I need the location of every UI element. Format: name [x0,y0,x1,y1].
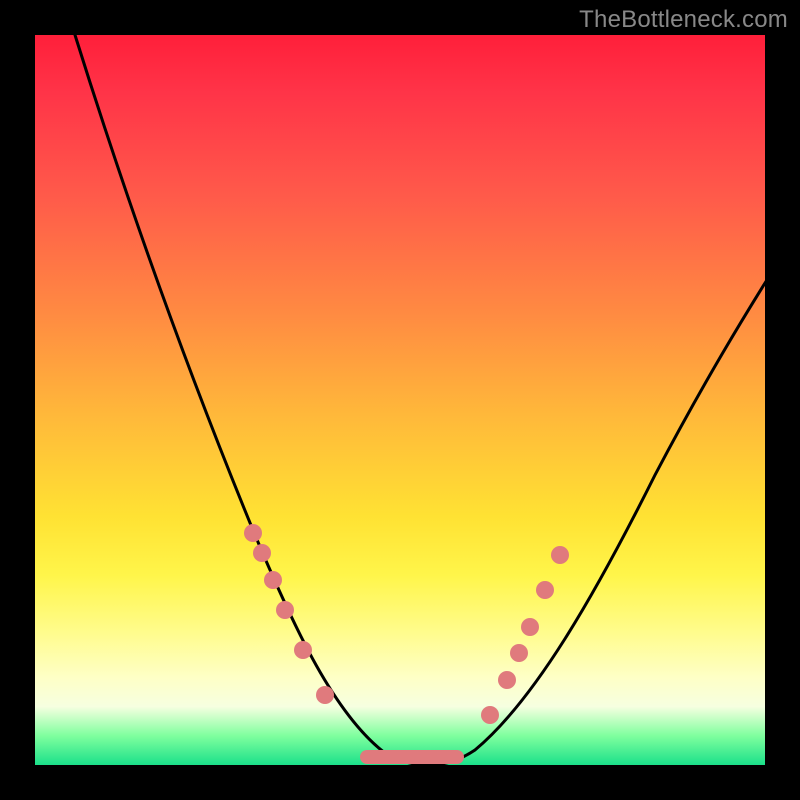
marker-dot [481,706,499,724]
marker-dot [498,671,516,689]
watermark-text: TheBottleneck.com [579,6,788,34]
marker-dot [276,601,294,619]
marker-dot [316,686,334,704]
marker-dot [536,581,554,599]
plot-area [35,35,765,765]
marker-dot [521,618,539,636]
marker-dot [264,571,282,589]
marker-dot [510,644,528,662]
marker-dot [253,544,271,562]
marker-dot [244,524,262,542]
bottleneck-curve [75,35,770,765]
marker-dot [294,641,312,659]
marker-dot [551,546,569,564]
curve-svg [35,35,765,765]
chart-frame: TheBottleneck.com [0,0,800,800]
